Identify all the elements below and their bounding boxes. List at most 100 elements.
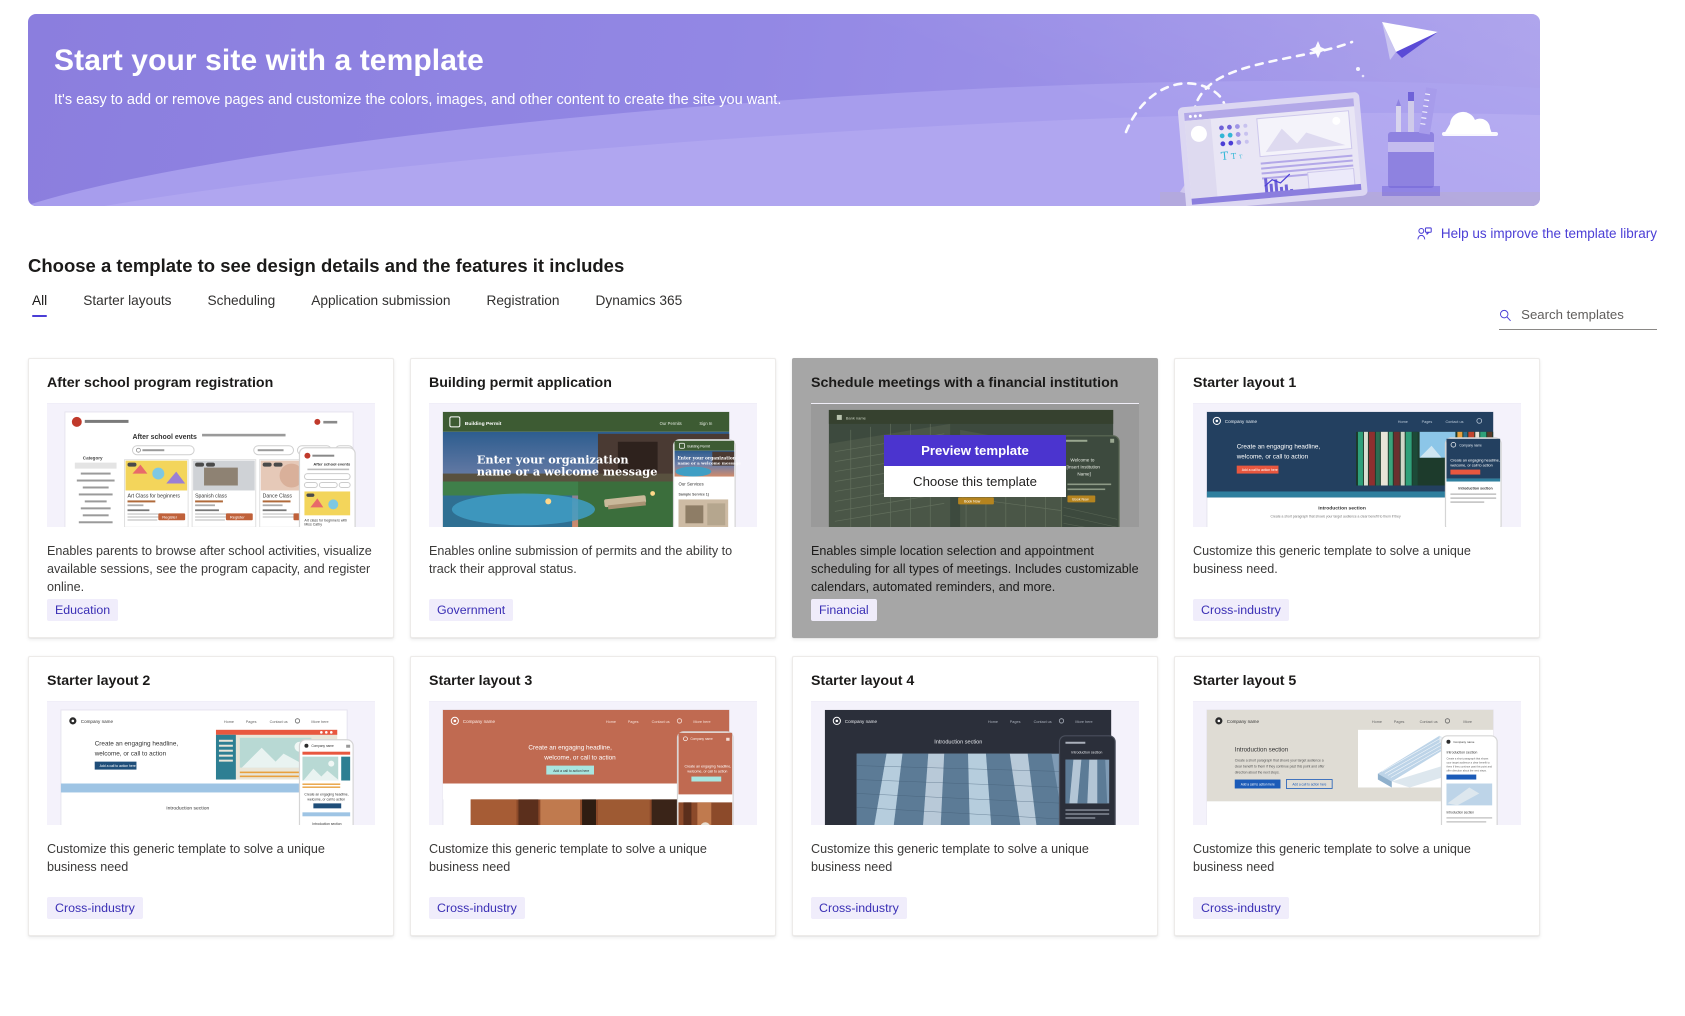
template-card-title: Starter layout 4 — [811, 673, 915, 689]
svg-text:Introduction section: Introduction section — [1458, 486, 1492, 490]
choose-this-template-button[interactable]: Choose this template — [884, 465, 1066, 497]
template-card-tag: Financial — [811, 599, 877, 621]
svg-text:Create a short paragraph that: Create a short paragraph that shows your… — [1271, 514, 1401, 518]
starter4-mock-icon: Company name Home Pages Contact us More her… — [811, 702, 1139, 825]
svg-text:Add a call to action here: Add a call to action here — [100, 764, 136, 768]
template-card-schedule-meetings[interactable]: Schedule meetings with a financial insti… — [792, 358, 1158, 638]
svg-text:Our Permits: Our Permits — [660, 421, 682, 426]
svg-text:Introduction section: Introduction section — [1446, 810, 1474, 814]
svg-text:Home: Home — [1398, 420, 1408, 424]
templates-grid: After school program registration After … — [28, 358, 1540, 936]
svg-text:Book Now: Book Now — [1072, 498, 1089, 502]
svg-text:Introduction section: Introduction section — [1235, 747, 1289, 754]
svg-text:Introduction section: Introduction section — [312, 822, 341, 825]
tab-scheduling[interactable]: Scheduling — [189, 293, 293, 317]
tab-label: All — [32, 293, 48, 308]
template-card-starter-layout-4[interactable]: Starter layout 4 Company name Home Pages C… — [792, 656, 1158, 936]
tab-application-submission[interactable]: Application submission — [293, 293, 468, 317]
svg-text:your target audience a clear b: your target audience a clear benefit to — [1446, 761, 1490, 765]
starter5-mock-icon: Company name Home Pages Contact us More Int… — [1193, 702, 1521, 825]
svg-text:clear benefit to them if they: clear benefit to them if they continue p… — [1235, 765, 1326, 769]
svg-text:Register: Register — [230, 515, 245, 520]
svg-text:welcome, or call to action: welcome, or call to action — [307, 797, 345, 801]
template-card-building-permit[interactable]: Building permit application Building Per… — [410, 358, 776, 638]
svg-text:Pages: Pages — [1010, 720, 1021, 724]
svg-text:Contact us: Contact us — [652, 720, 670, 724]
template-card-title: Schedule meetings with a financial insti… — [811, 375, 1119, 391]
template-card-starter-layout-5[interactable]: Starter layout 5 Company name Home Pages C… — [1174, 656, 1540, 936]
template-card-title: After school program registration — [47, 375, 274, 391]
svg-text:Company name: Company name — [1459, 443, 1482, 447]
template-card-tag: Cross-industry — [1193, 599, 1289, 621]
template-card-starter-layout-3[interactable]: Starter layout 3 Company name Home Pages C… — [410, 656, 776, 936]
tab-all[interactable]: All — [28, 293, 65, 317]
tab-label: Scheduling — [207, 293, 276, 308]
tab-label: Dynamics 365 — [595, 293, 683, 308]
svg-text:name or a welcome message: name or a welcome message — [477, 465, 658, 479]
template-thumbnail-starter-1: Company name Home Pages Contact us Create … — [1193, 403, 1521, 527]
svg-text:Company name: Company name — [463, 719, 496, 724]
svg-text:Introduction section: Introduction section — [1446, 751, 1477, 755]
template-card-description: Customize this generic template to solve… — [811, 842, 1089, 874]
template-filter-tabs: All Starter layouts Scheduling Applicati… — [28, 293, 700, 317]
svg-text:Create a short paragraph that: Create a short paragraph that shows — [1446, 757, 1489, 761]
svg-text:Company name: Company name — [1227, 719, 1260, 724]
svg-text:Name]: Name] — [1077, 472, 1090, 477]
svg-text:Introduction section: Introduction section — [1071, 751, 1102, 755]
after-school-mock-icon: After school events Category Art Class f… — [47, 404, 375, 527]
template-card-after-school[interactable]: After school program registration After … — [28, 358, 394, 638]
svg-text:Contact us: Contact us — [1420, 720, 1438, 724]
template-card-starter-layout-2[interactable]: Starter layout 2 Company name Home Pages C… — [28, 656, 394, 936]
svg-text:Home: Home — [606, 720, 616, 724]
svg-text:Introduction section: Introduction section — [934, 740, 982, 746]
svg-text:After school events: After school events — [313, 462, 351, 467]
svg-text:Create an engaging headline,: Create an engaging headline, — [95, 741, 179, 748]
template-card-title: Starter layout 1 — [1193, 375, 1297, 391]
template-card-title: Starter layout 5 — [1193, 673, 1297, 689]
svg-text:Company name: Company name — [1225, 419, 1258, 424]
tab-dynamics-365[interactable]: Dynamics 365 — [577, 293, 700, 317]
tab-starter-layouts[interactable]: Starter layouts — [65, 293, 189, 317]
template-thumbnail-starter-5: Company name Home Pages Contact us More Int… — [1193, 701, 1521, 825]
svg-text:Create an engaging headline,: Create an engaging headline, — [528, 745, 612, 752]
template-thumbnail-building-permit: Building Permit Our Permits Sign In Ente… — [429, 403, 757, 527]
template-card-description: Customize this generic template to solve… — [47, 842, 325, 874]
search-icon — [1499, 309, 1511, 321]
svg-text:Company name: Company name — [81, 719, 114, 724]
svg-text:Create a short paragraph that: Create a short paragraph that shows your… — [1235, 759, 1324, 763]
svg-text:Contact us: Contact us — [270, 720, 288, 724]
svg-text:Create an engaging headline,: Create an engaging headline, — [304, 792, 348, 796]
svg-text:Welcome to: Welcome to — [1070, 458, 1094, 463]
template-card-tag: Cross-industry — [1193, 897, 1289, 919]
svg-text:Spanish class: Spanish class — [195, 493, 227, 499]
preview-template-button[interactable]: Preview template — [884, 434, 1066, 466]
desk-illustration-icon: T T T — [1124, 22, 1540, 206]
svg-text:After school events: After school events — [132, 434, 197, 441]
search-templates-box[interactable] — [1499, 306, 1657, 330]
svg-text:Pages: Pages — [246, 720, 257, 724]
svg-text:More here: More here — [693, 720, 710, 724]
template-card-tag: Cross-industry — [429, 897, 525, 919]
building-permit-mock-icon: Building Permit Our Permits Sign In Ente… — [429, 404, 757, 527]
svg-text:Add a call to action here: Add a call to action here — [1241, 783, 1275, 787]
svg-text:them if they continue past thi: them if they continue past this point an… — [1446, 765, 1492, 769]
svg-text:Introduction section: Introduction section — [166, 805, 209, 811]
svg-text:Pages: Pages — [1394, 720, 1405, 724]
svg-text:Register: Register — [162, 515, 177, 520]
tab-registration[interactable]: Registration — [468, 293, 577, 317]
svg-text:Add a call to action here: Add a call to action here — [553, 769, 589, 773]
svg-text:Home: Home — [988, 720, 998, 724]
svg-text:name or a welcome message: name or a welcome message — [677, 461, 741, 466]
svg-text:Pages: Pages — [628, 720, 639, 724]
svg-text:welcome, or call to action: welcome, or call to action — [687, 770, 727, 774]
svg-text:Home: Home — [1372, 720, 1382, 724]
help-improve-label: Help us improve the template library — [1440, 226, 1657, 241]
svg-text:Pages: Pages — [1422, 420, 1433, 424]
svg-text:Contact us: Contact us — [1445, 420, 1463, 424]
svg-text:Sample Service 1): Sample Service 1) — [678, 492, 709, 496]
template-card-description: Customize this generic template to solve… — [1193, 842, 1471, 874]
help-improve-link[interactable]: Help us improve the template library — [1417, 226, 1657, 241]
svg-text:Company name: Company name — [690, 737, 713, 741]
search-input[interactable] — [1519, 306, 1657, 323]
template-card-starter-layout-1[interactable]: Starter layout 1 Company name Home Pages C… — [1174, 358, 1540, 638]
